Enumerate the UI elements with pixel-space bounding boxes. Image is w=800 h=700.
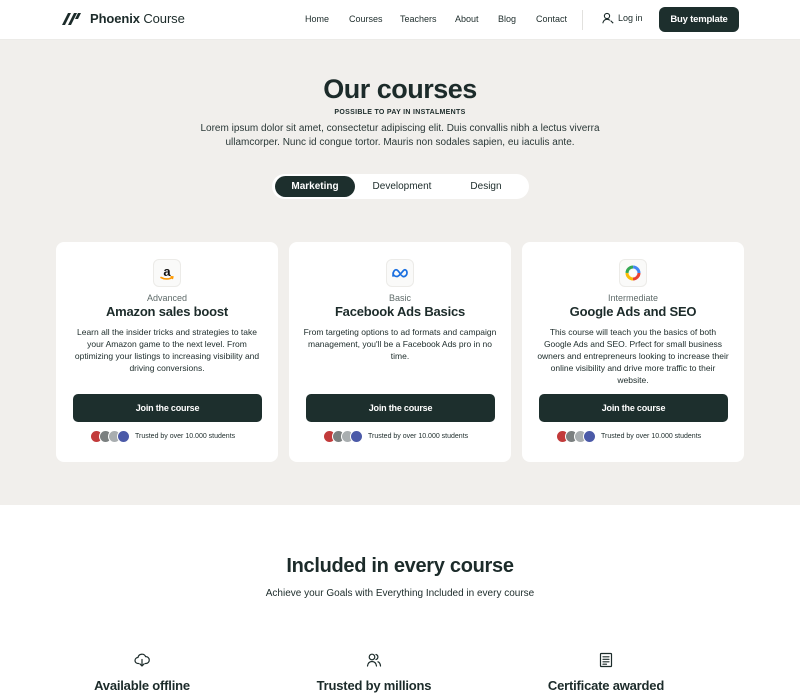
trusted-label: Trusted by over 10.000 students	[135, 433, 236, 440]
avatar-group	[90, 430, 130, 443]
nav-about[interactable]: About	[455, 14, 479, 24]
page-subtitle: POSSIBLE TO PAY IN INSTALMENTS	[334, 109, 466, 116]
course-description: This course will teach you the basics of…	[537, 327, 729, 385]
buy-template-button[interactable]: Buy template	[659, 7, 739, 32]
phoenix-logo-icon	[62, 12, 81, 25]
course-card: Intermediate Google Ads and SEO This cou…	[522, 242, 744, 462]
site-header: Phoenix Course Home Courses Teachers Abo…	[0, 0, 800, 40]
feature-label: Certificate awarded	[547, 678, 665, 693]
page-description: Lorem ipsum dolor sit amet, consectetur …	[200, 123, 600, 148]
login-link[interactable]: Log in	[602, 12, 643, 24]
feature-item: Trusted by millions	[274, 652, 474, 693]
course-description: From targeting options to ad formats and…	[303, 327, 497, 361]
trusted-label: Trusted by over 10.000 students	[601, 433, 702, 440]
nav-teachers[interactable]: Teachers	[400, 14, 437, 24]
header-divider	[582, 10, 583, 30]
feature-label: Available offline	[94, 678, 190, 693]
certificate-icon	[599, 652, 613, 668]
nav-courses[interactable]: Courses	[349, 14, 383, 24]
tab-marketing[interactable]: Marketing	[275, 176, 355, 197]
avatar-group	[323, 430, 363, 443]
avatar	[583, 430, 596, 443]
users-icon	[366, 653, 382, 667]
brand-name: Phoenix Course	[90, 11, 185, 26]
trusted-row: Trusted by over 10.000 students	[90, 430, 235, 443]
feature-label: Trusted by millions	[316, 678, 432, 693]
trusted-row: Trusted by over 10.000 students	[556, 430, 701, 443]
tab-design[interactable]: Design	[448, 176, 524, 197]
course-level: Basic	[388, 293, 411, 303]
included-title: Included in every course	[286, 555, 514, 577]
meta-icon	[386, 259, 414, 287]
avatar	[117, 430, 130, 443]
course-title: Amazon sales boost	[105, 304, 229, 319]
course-title: Google Ads and SEO	[569, 304, 697, 319]
course-description: Learn all the insider tricks and strateg…	[74, 327, 260, 373]
course-level: Intermediate	[607, 293, 659, 303]
cloud-download-icon	[134, 653, 150, 667]
trusted-row: Trusted by over 10.000 students	[323, 430, 468, 443]
amazon-icon: a	[153, 259, 181, 287]
avatar-group	[556, 430, 596, 443]
category-tabs: Marketing Development Design	[272, 174, 529, 199]
login-label: Log in	[618, 13, 643, 23]
tab-development[interactable]: Development	[360, 176, 444, 197]
included-subtitle: Achieve your Goals with Everything Inclu…	[265, 588, 535, 599]
trusted-label: Trusted by over 10.000 students	[368, 433, 469, 440]
included-section: Included in every course Achieve your Go…	[0, 505, 800, 700]
course-card: Basic Facebook Ads Basics From targeting…	[289, 242, 511, 462]
avatar	[350, 430, 363, 443]
nav-home[interactable]: Home	[305, 14, 329, 24]
user-icon	[602, 12, 614, 24]
course-title: Facebook Ads Basics	[334, 304, 466, 319]
course-level: Advanced	[146, 293, 188, 303]
page-title: Our courses	[323, 74, 477, 104]
feature-item: Certificate awarded	[506, 652, 706, 693]
join-course-button[interactable]: Join the course	[73, 394, 262, 422]
nav-contact[interactable]: Contact	[536, 14, 567, 24]
logo[interactable]: Phoenix Course	[61, 11, 185, 26]
course-card: a Advanced Amazon sales boost Learn all …	[56, 242, 278, 462]
feature-item: Available offline	[42, 652, 242, 693]
nav-blog[interactable]: Blog	[498, 14, 516, 24]
join-course-button[interactable]: Join the course	[306, 394, 495, 422]
google-ads-icon	[619, 259, 647, 287]
join-course-button[interactable]: Join the course	[539, 394, 728, 422]
svg-text:a: a	[163, 264, 171, 279]
